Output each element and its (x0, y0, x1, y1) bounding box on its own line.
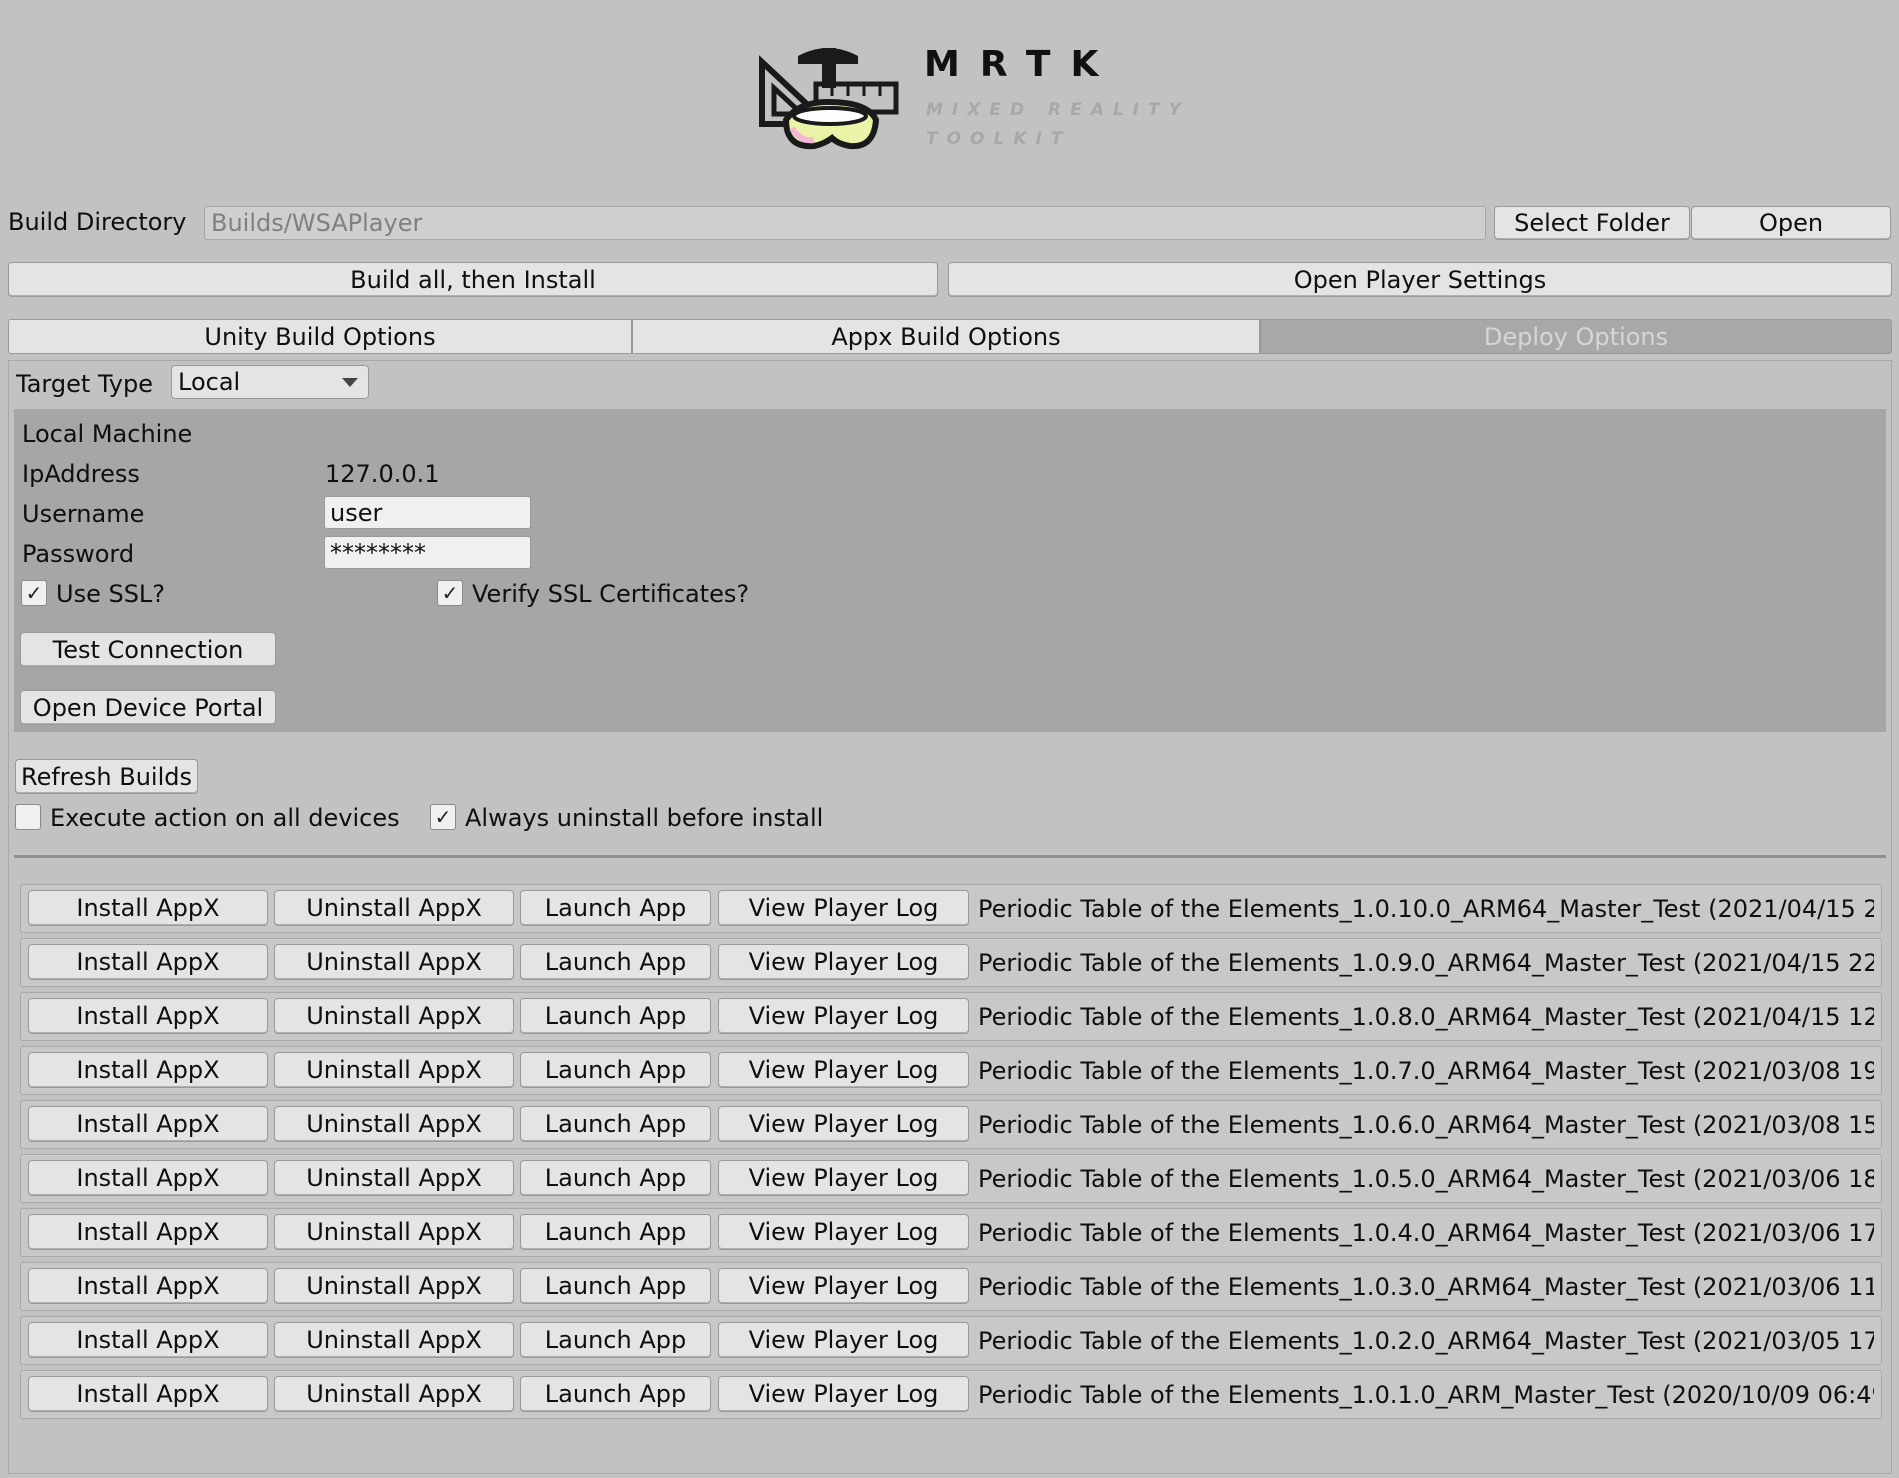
always-uninstall-checkbox[interactable]: ✓ (430, 804, 456, 830)
password-label: Password (22, 540, 135, 568)
use-ssl-checkbox[interactable]: ✓ (21, 580, 47, 606)
uninstall-appx-button[interactable]: Uninstall AppX (274, 890, 514, 926)
tab-unity-build-options[interactable]: Unity Build Options (8, 319, 632, 354)
checkmark-icon: ✓ (441, 581, 459, 605)
install-appx-button[interactable]: Install AppX (28, 1268, 268, 1304)
uninstall-appx-button[interactable]: Uninstall AppX (274, 1106, 514, 1142)
always-uninstall-label: Always uninstall before install (465, 804, 824, 832)
install-appx-button[interactable]: Install AppX (28, 1376, 268, 1412)
build-directory-label: Build Directory (8, 208, 187, 236)
username-field[interactable]: user (324, 496, 531, 529)
password-field[interactable]: ******** (324, 536, 531, 569)
launch-app-button[interactable]: Launch App (520, 1106, 711, 1142)
view-player-log-button[interactable]: View Player Log (718, 1322, 969, 1358)
uninstall-appx-button[interactable]: Uninstall AppX (274, 998, 514, 1034)
view-player-log-button[interactable]: View Player Log (718, 890, 969, 926)
select-folder-button[interactable]: Select Folder (1494, 206, 1690, 240)
build-name: Periodic Table of the Elements_1.0.2.0_A… (978, 1327, 1874, 1355)
local-machine-label: Local Machine (22, 420, 193, 448)
target-type-value: Local (178, 368, 241, 396)
uninstall-appx-button[interactable]: Uninstall AppX (274, 1052, 514, 1088)
open-folder-button[interactable]: Open (1691, 206, 1891, 240)
launch-app-button[interactable]: Launch App (520, 1160, 711, 1196)
logo-subtitle-line-2: TOOLKIT (926, 129, 1072, 149)
install-appx-button[interactable]: Install AppX (28, 1160, 268, 1196)
build-name: Periodic Table of the Elements_1.0.5.0_A… (978, 1165, 1874, 1193)
build-name: Periodic Table of the Elements_1.0.10.0_… (978, 895, 1874, 923)
view-player-log-button[interactable]: View Player Log (718, 998, 969, 1034)
launch-app-button[interactable]: Launch App (520, 1376, 711, 1412)
view-player-log-button[interactable]: View Player Log (718, 1052, 969, 1088)
uninstall-appx-button[interactable]: Uninstall AppX (274, 1160, 514, 1196)
chevron-down-icon (342, 377, 358, 387)
build-name: Periodic Table of the Elements_1.0.6.0_A… (978, 1111, 1874, 1139)
launch-app-button[interactable]: Launch App (520, 998, 711, 1034)
view-player-log-button[interactable]: View Player Log (718, 1214, 969, 1250)
open-device-portal-button[interactable]: Open Device Portal (20, 690, 276, 725)
install-appx-button[interactable]: Install AppX (28, 1106, 268, 1142)
install-appx-button[interactable]: Install AppX (28, 1322, 268, 1358)
view-player-log-button[interactable]: View Player Log (718, 1160, 969, 1196)
install-appx-button[interactable]: Install AppX (28, 998, 268, 1034)
use-ssl-label: Use SSL? (56, 580, 166, 608)
build-name: Periodic Table of the Elements_1.0.3.0_A… (978, 1273, 1874, 1301)
build-directory-field[interactable]: Builds/WSAPlayer (204, 206, 1486, 240)
view-player-log-button[interactable]: View Player Log (718, 1376, 969, 1412)
execute-all-devices-label: Execute action on all devices (50, 804, 400, 832)
uninstall-appx-button[interactable]: Uninstall AppX (274, 1376, 514, 1412)
username-label: Username (22, 500, 145, 528)
view-player-log-button[interactable]: View Player Log (718, 1268, 969, 1304)
checkmark-icon: ✓ (434, 805, 452, 829)
launch-app-button[interactable]: Launch App (520, 1214, 711, 1250)
execute-all-devices-checkbox[interactable] (15, 804, 41, 830)
logo-subtitle-line-1: MIXED REALITY (926, 100, 1190, 120)
build-name: Periodic Table of the Elements_1.0.1.0_A… (978, 1381, 1874, 1409)
tab-deploy-options[interactable]: Deploy Options (1260, 319, 1892, 354)
target-type-label: Target Type (16, 370, 154, 398)
build-name: Periodic Table of the Elements_1.0.7.0_A… (978, 1057, 1874, 1085)
build-name: Periodic Table of the Elements_1.0.8.0_A… (978, 1003, 1874, 1031)
install-appx-button[interactable]: Install AppX (28, 1052, 268, 1088)
install-appx-button[interactable]: Install AppX (28, 944, 268, 980)
build-all-install-button[interactable]: Build all, then Install (8, 262, 938, 297)
launch-app-button[interactable]: Launch App (520, 1052, 711, 1088)
open-player-settings-button[interactable]: Open Player Settings (948, 262, 1892, 297)
uninstall-appx-button[interactable]: Uninstall AppX (274, 944, 514, 980)
local-machine-panel (14, 409, 1886, 732)
ip-address-label: IpAddress (22, 460, 140, 488)
uninstall-appx-button[interactable]: Uninstall AppX (274, 1322, 514, 1358)
mrtk-logo-icon (759, 48, 899, 150)
refresh-builds-button[interactable]: Refresh Builds (15, 759, 198, 794)
launch-app-button[interactable]: Launch App (520, 944, 711, 980)
checkmark-icon: ✓ (25, 581, 43, 605)
build-name: Periodic Table of the Elements_1.0.4.0_A… (978, 1219, 1874, 1247)
install-appx-button[interactable]: Install AppX (28, 1214, 268, 1250)
test-connection-button[interactable]: Test Connection (20, 632, 276, 667)
target-type-dropdown[interactable]: Local (171, 365, 369, 399)
view-player-log-button[interactable]: View Player Log (718, 1106, 969, 1142)
launch-app-button[interactable]: Launch App (520, 1268, 711, 1304)
uninstall-appx-button[interactable]: Uninstall AppX (274, 1268, 514, 1304)
logo-subtitle: MIXED REALITY TOOLKIT (926, 96, 1190, 154)
build-name: Periodic Table of the Elements_1.0.9.0_A… (978, 949, 1874, 977)
view-player-log-button[interactable]: View Player Log (718, 944, 969, 980)
launch-app-button[interactable]: Launch App (520, 890, 711, 926)
install-appx-button[interactable]: Install AppX (28, 890, 268, 926)
verify-ssl-checkbox[interactable]: ✓ (437, 580, 463, 606)
logo-title: MRTK (924, 44, 1119, 85)
verify-ssl-label: Verify SSL Certificates? (472, 580, 750, 608)
launch-app-button[interactable]: Launch App (520, 1322, 711, 1358)
ip-address-value: 127.0.0.1 (325, 460, 440, 488)
tab-appx-build-options[interactable]: Appx Build Options (632, 319, 1260, 354)
uninstall-appx-button[interactable]: Uninstall AppX (274, 1214, 514, 1250)
divider (14, 855, 1886, 858)
